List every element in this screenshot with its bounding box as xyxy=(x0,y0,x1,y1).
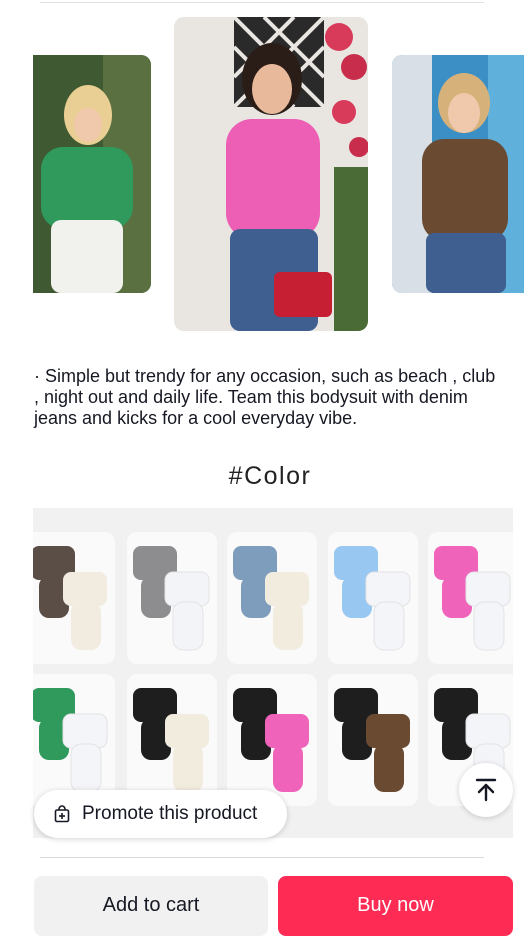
swatch-lightblue-white[interactable] xyxy=(328,532,418,664)
arrow-up-to-top-icon xyxy=(475,778,497,802)
product-description: · Simple but trendy for any occasion, su… xyxy=(34,366,496,428)
product-image-carousel[interactable] xyxy=(0,0,524,340)
swatch-grey-white[interactable] xyxy=(127,532,217,664)
back-to-top-button[interactable] xyxy=(459,763,513,817)
swatch-brown-cream[interactable] xyxy=(33,532,115,664)
swatch-black-brown[interactable] xyxy=(328,674,418,806)
promote-label: Promote this product xyxy=(82,803,258,824)
swatch-pink-white[interactable] xyxy=(428,532,513,664)
carousel-photo-pink[interactable] xyxy=(174,17,368,331)
carousel-photo-brown[interactable] xyxy=(392,55,524,293)
add-to-cart-button[interactable]: Add to cart xyxy=(34,876,268,936)
swatch-blue-cream[interactable] xyxy=(227,532,317,664)
section-divider xyxy=(40,857,484,858)
carousel-photo-green[interactable] xyxy=(33,55,151,293)
swatch-green-white[interactable] xyxy=(33,674,115,806)
promote-product-button[interactable]: Promote this product xyxy=(34,790,287,838)
swatch-black-cream[interactable] xyxy=(127,674,217,806)
color-heading: #Color xyxy=(228,462,312,490)
color-swatch-grid xyxy=(33,508,513,838)
swatch-black-pink[interactable] xyxy=(227,674,317,806)
buy-now-button[interactable]: Buy now xyxy=(278,876,513,936)
shopping-bag-plus-icon xyxy=(54,805,70,823)
